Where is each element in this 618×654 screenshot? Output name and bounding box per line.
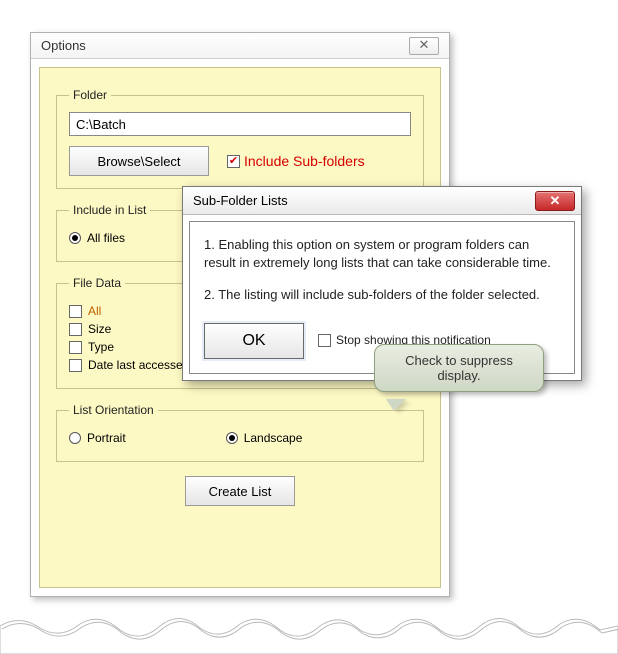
checkbox-icon	[69, 305, 82, 318]
options-title: Options	[41, 33, 86, 59]
folder-path-input[interactable]	[69, 112, 411, 136]
radio-icon	[69, 432, 81, 444]
options-titlebar: Options ✕	[31, 33, 449, 59]
checkbox-icon	[69, 341, 82, 354]
ok-button[interactable]: OK	[204, 323, 304, 359]
checkbox-icon	[318, 334, 331, 347]
file-data-size-label: Size	[88, 322, 111, 336]
file-data-all-label: All	[88, 304, 101, 318]
close-icon[interactable]: ✕	[409, 37, 439, 55]
close-icon[interactable]: ✕	[535, 191, 575, 211]
dialog-title: Sub-Folder Lists	[193, 193, 288, 208]
file-data-legend: File Data	[69, 276, 125, 290]
checkbox-icon	[69, 323, 82, 336]
checkbox-icon	[69, 359, 82, 372]
include-subfolders-checkbox[interactable]: Include Sub-folders	[227, 153, 365, 169]
browse-button[interactable]: Browse\Select	[69, 146, 209, 176]
dialog-para-2: 2. The listing will include sub-folders …	[204, 286, 560, 304]
landscape-label: Landscape	[244, 431, 303, 445]
checkbox-icon	[227, 155, 240, 168]
include-subfolders-label: Include Sub-folders	[244, 153, 365, 169]
dialog-titlebar: Sub-Folder Lists ✕	[183, 187, 581, 215]
dialog-para-1: 1. Enabling this option on system or pro…	[204, 236, 560, 272]
file-data-type-label: Type	[88, 340, 114, 354]
radio-icon	[226, 432, 238, 444]
callout-text: Check to suppress display.	[405, 353, 513, 383]
include-in-list-legend: Include in List	[69, 203, 150, 217]
callout-bubble: Check to suppress display.	[374, 344, 544, 392]
all-files-label: All files	[87, 231, 125, 245]
radio-icon	[69, 232, 81, 244]
landscape-radio[interactable]: Landscape	[226, 431, 303, 445]
orientation-legend: List Orientation	[69, 403, 158, 417]
portrait-radio[interactable]: Portrait	[69, 431, 126, 445]
folder-group: Folder Browse\Select Include Sub-folders	[56, 88, 424, 189]
torn-edge-decoration	[0, 606, 618, 654]
orientation-group: List Orientation Portrait Landscape	[56, 403, 424, 462]
portrait-label: Portrait	[87, 431, 126, 445]
folder-legend: Folder	[69, 88, 111, 102]
create-list-button[interactable]: Create List	[185, 476, 295, 506]
folder-row: Browse\Select Include Sub-folders	[69, 146, 411, 176]
orientation-row: Portrait Landscape	[69, 427, 411, 449]
file-data-date-label: Date last accessed	[88, 358, 189, 372]
